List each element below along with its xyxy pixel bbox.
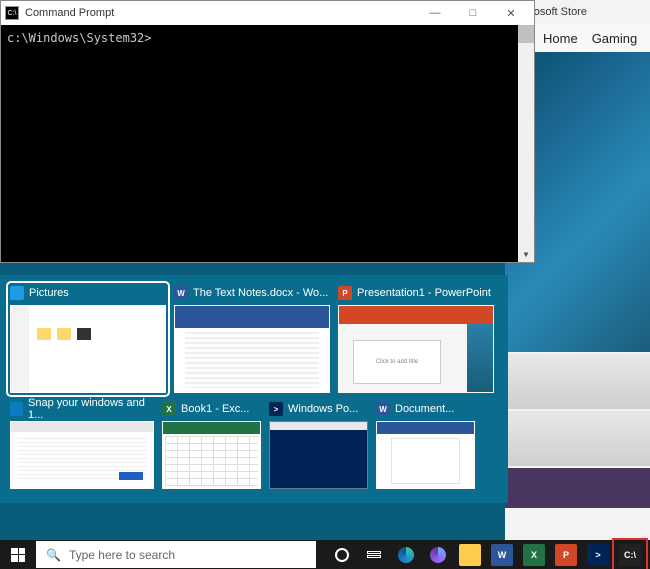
chevron-down-icon[interactable]: ▼ — [518, 246, 534, 262]
taskbar: 🔍 Type here to search W X P > C:\ — [0, 540, 650, 569]
powershell-icon: > — [587, 544, 609, 566]
cmd-icon: C:\ — [619, 544, 641, 566]
cmd-prompt-text: c:\Windows\System32> — [7, 31, 152, 45]
search-placeholder: Type here to search — [69, 548, 175, 562]
folder-icon — [10, 286, 24, 300]
snap-thumb-pictures — [10, 305, 166, 393]
taskbar-app-powerpoint[interactable]: P — [550, 540, 582, 569]
maximize-button[interactable]: □ — [454, 2, 492, 24]
snap-thumb-edge — [10, 421, 154, 489]
word-icon: W — [491, 544, 513, 566]
store-row-1[interactable] — [505, 354, 650, 409]
taskbar-app-powershell[interactable]: > — [582, 540, 614, 569]
cmd-body[interactable]: c:\Windows\System32> ▼ — [1, 25, 534, 262]
cmd-scroll-thumb[interactable] — [518, 25, 534, 43]
snap-thumb-powershell — [269, 421, 368, 489]
snap-tile-powerpoint[interactable]: P Presentation1 - PowerPoint Click to ad… — [338, 285, 494, 393]
snap-assist-panel: Pictures W The Text Notes.docx - Wo... P… — [0, 275, 508, 503]
taskbar-app-edge-dev[interactable] — [422, 540, 454, 569]
edge-icon — [398, 547, 414, 563]
snap-thumb-word — [174, 305, 330, 393]
cmd-scrollbar[interactable]: ▼ — [518, 25, 534, 262]
excel-icon: X — [162, 402, 176, 416]
snap-thumb-excel — [162, 421, 261, 489]
taskbar-search[interactable]: 🔍 Type here to search — [36, 541, 316, 568]
taskbar-app-word[interactable]: W — [486, 540, 518, 569]
snap-tile-excel[interactable]: X Book1 - Exc... — [162, 401, 261, 489]
powershell-icon: > — [269, 402, 283, 416]
cortana-icon — [335, 548, 349, 562]
task-view-icon — [367, 551, 381, 558]
windows-logo-icon — [11, 548, 25, 562]
file-explorer-icon — [459, 544, 481, 566]
snap-tile-word[interactable]: W The Text Notes.docx - Wo... — [174, 285, 330, 393]
snap-label: Pictures — [29, 287, 69, 299]
snap-label: Document... — [395, 403, 454, 415]
command-prompt-window: C:\ Command Prompt — □ ✕ c:\Windows\Syst… — [0, 0, 535, 263]
store-row-2[interactable] — [505, 411, 650, 466]
word-icon: W — [376, 402, 390, 416]
snap-label: Windows Po... — [288, 403, 358, 415]
taskbar-app-explorer[interactable] — [454, 540, 486, 569]
snap-label: The Text Notes.docx - Wo... — [193, 287, 328, 299]
word-icon: W — [174, 286, 188, 300]
snap-label: Book1 - Exc... — [181, 403, 249, 415]
cmd-titlebar[interactable]: C:\ Command Prompt — □ ✕ — [1, 1, 534, 25]
snap-tile-word2[interactable]: W Document... — [376, 401, 475, 489]
start-button[interactable] — [0, 540, 36, 569]
minimize-button[interactable]: — — [416, 2, 454, 24]
snap-tile-powershell[interactable]: > Windows Po... — [269, 401, 368, 489]
store-row-3[interactable] — [505, 468, 650, 508]
edge-dev-icon — [430, 547, 446, 563]
cortana-button[interactable] — [326, 540, 358, 569]
close-button[interactable]: ✕ — [492, 2, 530, 24]
cmd-icon: C:\ — [5, 6, 19, 20]
store-nav-gaming[interactable]: Gaming — [592, 31, 638, 46]
excel-icon: X — [523, 544, 545, 566]
taskbar-app-excel[interactable]: X — [518, 540, 550, 569]
snap-thumb-word2 — [376, 421, 475, 489]
search-icon: 🔍 — [46, 548, 61, 562]
snap-thumb-powerpoint: Click to add title — [338, 305, 494, 393]
taskbar-app-cmd[interactable]: C:\ — [614, 540, 646, 569]
task-view-button[interactable] — [358, 540, 390, 569]
ppt-slide-placeholder: Click to add title — [353, 340, 441, 384]
store-nav-home[interactable]: Home — [543, 31, 578, 46]
snap-label: Presentation1 - PowerPoint — [357, 287, 491, 299]
cmd-title-text: Command Prompt — [25, 7, 114, 19]
edge-icon — [10, 402, 23, 416]
powerpoint-icon: P — [338, 286, 352, 300]
powerpoint-icon: P — [555, 544, 577, 566]
taskbar-app-edge[interactable] — [390, 540, 422, 569]
snap-label: Snap your windows and 1... — [28, 397, 154, 421]
snap-tile-edge[interactable]: Snap your windows and 1... — [10, 401, 154, 489]
snap-tile-pictures[interactable]: Pictures — [10, 285, 166, 393]
